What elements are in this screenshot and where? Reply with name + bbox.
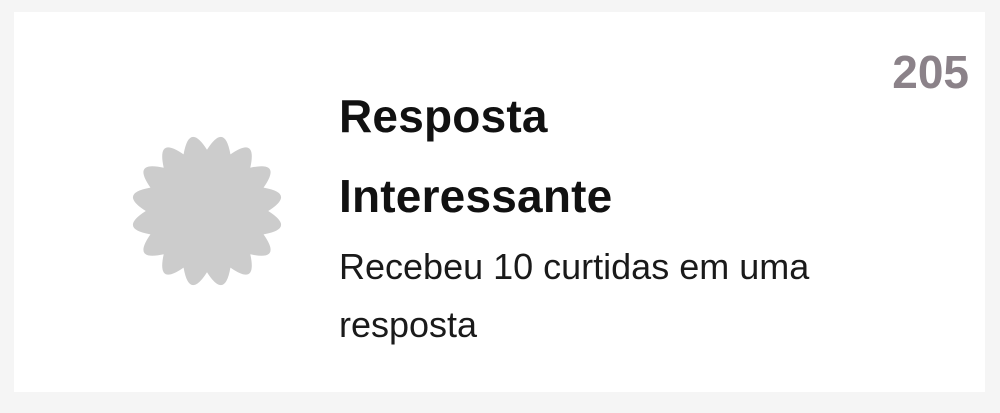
achievement-card: Resposta Interessante Recebeu 10 curtida… bbox=[14, 12, 985, 392]
achievement-points: 205 bbox=[892, 46, 969, 98]
achievement-description: Recebeu 10 curtidas em uma resposta bbox=[339, 246, 810, 345]
achievement-title: Resposta Interessante bbox=[339, 90, 613, 222]
badge-seal-icon bbox=[128, 132, 286, 290]
